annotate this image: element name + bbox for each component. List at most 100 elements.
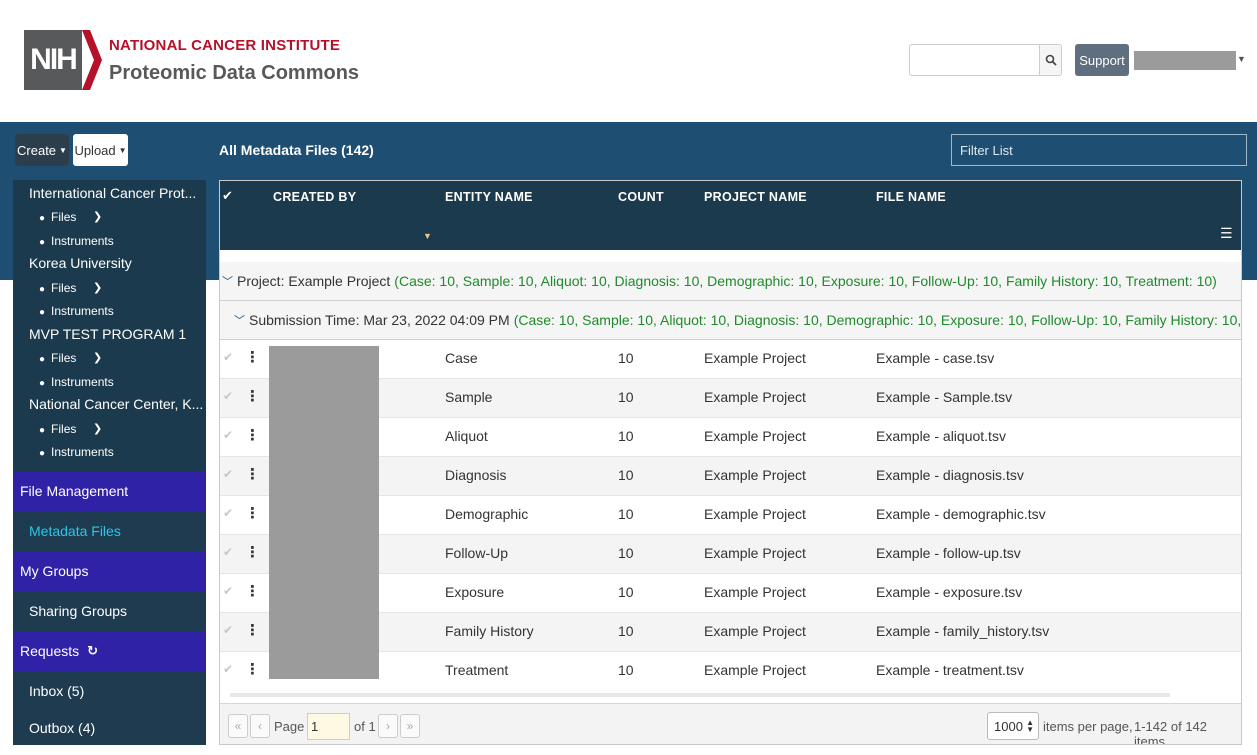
- row-menu-icon[interactable]: ⋮: [245, 660, 260, 678]
- column-header-entity-name[interactable]: ENTITY NAME: [445, 190, 533, 204]
- prev-page-button[interactable]: ‹: [250, 714, 270, 738]
- program-instruments-item[interactable]: ● Instruments: [39, 445, 114, 459]
- row-menu-icon[interactable]: ⋮: [245, 387, 260, 405]
- chevron-down-icon[interactable]: ❯: [93, 422, 102, 435]
- search-button[interactable]: [1039, 44, 1062, 76]
- grid-menu-icon[interactable]: ☰: [1220, 225, 1233, 242]
- bullet-icon: ●: [39, 425, 46, 436]
- upload-button[interactable]: Upload ▼: [73, 134, 128, 166]
- row-check-icon[interactable]: ✔: [223, 545, 233, 559]
- next-page-button[interactable]: ›: [378, 714, 398, 738]
- sort-down-icon[interactable]: ▼: [423, 231, 432, 241]
- row-check-icon[interactable]: ✔: [223, 467, 233, 481]
- row-check-icon[interactable]: ✔: [223, 584, 233, 598]
- group-counts: (Case: 10, Sample: 10, Aliquot: 10, Diag…: [394, 273, 1217, 289]
- column-header-count[interactable]: COUNT: [618, 190, 664, 204]
- last-page-button[interactable]: »: [400, 714, 420, 738]
- chevron-down-icon[interactable]: ❯: [93, 351, 102, 364]
- cell-file-name[interactable]: Example - exposure.tsv: [876, 584, 1022, 600]
- cell-file-name[interactable]: Example - case.tsv: [876, 350, 994, 366]
- row-menu-icon[interactable]: ⋮: [245, 465, 260, 483]
- first-page-button[interactable]: «: [228, 714, 248, 738]
- cell-project-name: Example Project: [704, 350, 806, 366]
- institute-name: NATIONAL CANCER INSTITUTE: [109, 37, 341, 54]
- row-check-icon[interactable]: ✔: [223, 623, 233, 637]
- row-menu-icon[interactable]: ⋮: [245, 543, 260, 561]
- column-header-file-name[interactable]: FILE NAME: [876, 190, 946, 204]
- program-item[interactable]: National Cancer Center, K...: [29, 396, 203, 412]
- cell-entity-name: Case: [445, 350, 478, 366]
- cell-file-name[interactable]: Example - family_history.tsv: [876, 623, 1049, 639]
- cell-file-name[interactable]: Example - diagnosis.tsv: [876, 467, 1024, 483]
- row-menu-icon[interactable]: ⋮: [245, 582, 260, 600]
- program-instruments-item[interactable]: ● Instruments: [39, 304, 114, 318]
- nav-outbox[interactable]: Outbox (4): [13, 708, 206, 745]
- row-check-icon[interactable]: ✔: [223, 350, 233, 364]
- row-check-icon[interactable]: ✔: [223, 662, 233, 676]
- cell-file-name[interactable]: Example - demographic.tsv: [876, 506, 1046, 522]
- program-files-item[interactable]: ● Files ❯: [39, 422, 102, 436]
- program-files-item[interactable]: ● Files ❯: [39, 351, 102, 365]
- cell-file-name[interactable]: Example - treatment.tsv: [876, 662, 1024, 678]
- files-label: Files: [51, 281, 77, 295]
- column-header-project-name[interactable]: PROJECT NAME: [704, 190, 807, 204]
- row-menu-icon[interactable]: ⋮: [245, 426, 260, 444]
- program-files-item[interactable]: ● Files ❯: [39, 281, 102, 295]
- nih-logo[interactable]: NIH: [24, 30, 82, 90]
- support-button[interactable]: Support: [1075, 44, 1129, 76]
- program-instruments-item[interactable]: ● Instruments: [39, 234, 114, 248]
- create-button[interactable]: Create ▼: [15, 134, 69, 166]
- bullet-icon: ●: [39, 237, 46, 248]
- items-per-page-select[interactable]: 1000 ▲ ▼: [987, 712, 1039, 740]
- page-count-label: of 1: [354, 719, 376, 734]
- product-name[interactable]: Proteomic Data Commons: [109, 62, 359, 85]
- nav-label: Sharing Groups: [29, 603, 128, 619]
- filter-list-input[interactable]: Filter List: [951, 134, 1247, 166]
- row-menu-icon[interactable]: ⋮: [245, 504, 260, 522]
- instruments-label: Instruments: [51, 234, 114, 248]
- program-tree: International Cancer Prot... ● Files ❯ ● In…: [13, 180, 206, 470]
- cell-project-name: Example Project: [704, 389, 806, 405]
- instruments-label: Instruments: [51, 375, 114, 389]
- row-menu-icon[interactable]: ⋮: [245, 621, 260, 639]
- chevron-down-icon[interactable]: ❯: [93, 281, 102, 294]
- chevron-down-icon[interactable]: ﹀: [222, 273, 233, 289]
- cell-file-name[interactable]: Example - follow-up.tsv: [876, 545, 1021, 561]
- search-icon: [1045, 54, 1057, 66]
- row-check-icon[interactable]: ✔: [223, 428, 233, 442]
- nav-requests[interactable]: Requests ↻: [13, 631, 206, 671]
- nav-metadata-files[interactable]: Metadata Files: [13, 511, 206, 551]
- program-item[interactable]: MVP TEST PROGRAM 1: [29, 326, 186, 342]
- program-item[interactable]: International Cancer Prot...: [29, 185, 196, 201]
- program-instruments-item[interactable]: ● Instruments: [39, 375, 114, 389]
- search-input[interactable]: [909, 44, 1040, 76]
- cell-file-name[interactable]: Example - Sample.tsv: [876, 389, 1012, 405]
- user-menu-caret-icon[interactable]: ▼: [1237, 54, 1246, 64]
- site-header: NIH NATIONAL CANCER INSTITUTE Proteomic …: [0, 0, 1257, 122]
- select-all-check-icon[interactable]: ✔: [222, 188, 233, 204]
- row-check-icon[interactable]: ✔: [223, 389, 233, 403]
- cell-entity-name: Follow-Up: [445, 545, 509, 561]
- chevron-down-icon[interactable]: ❯: [93, 210, 102, 223]
- row-menu-icon[interactable]: ⋮: [245, 348, 260, 366]
- nav-my-groups[interactable]: My Groups: [13, 551, 206, 591]
- nav-sharing-groups[interactable]: Sharing Groups: [13, 591, 206, 631]
- page-number-input[interactable]: 1: [307, 713, 350, 740]
- row-check-icon[interactable]: ✔: [223, 506, 233, 520]
- group-row-submission[interactable]: ﹀ Submission Time: Mar 23, 2022 04:09 PM…: [220, 301, 1241, 340]
- nav-inbox[interactable]: Inbox (5): [13, 671, 206, 711]
- group-row-project[interactable]: ﹀ Project: Example Project (Case: 10, Sa…: [220, 262, 1241, 301]
- chevron-down-icon[interactable]: ﹀: [234, 312, 245, 328]
- nav-file-management[interactable]: File Management: [13, 471, 206, 511]
- group-counts: (Case: 10, Sample: 10, Aliquot: 10, Diag…: [513, 312, 1242, 328]
- cell-count: 10: [618, 350, 634, 366]
- program-item[interactable]: Korea University: [29, 255, 132, 271]
- refresh-icon[interactable]: ↻: [87, 643, 98, 659]
- group-label: Submission Time: Mar 23, 2022 04:09 PM: [249, 312, 510, 328]
- bullet-icon: ●: [39, 354, 46, 365]
- user-menu[interactable]: [1134, 51, 1236, 70]
- cell-file-name[interactable]: Example - aliquot.tsv: [876, 428, 1006, 444]
- column-header-created-by[interactable]: CREATED BY: [273, 190, 356, 204]
- items-per-page-label: items per page,: [1043, 719, 1133, 734]
- program-files-item[interactable]: ● Files ❯: [39, 210, 102, 224]
